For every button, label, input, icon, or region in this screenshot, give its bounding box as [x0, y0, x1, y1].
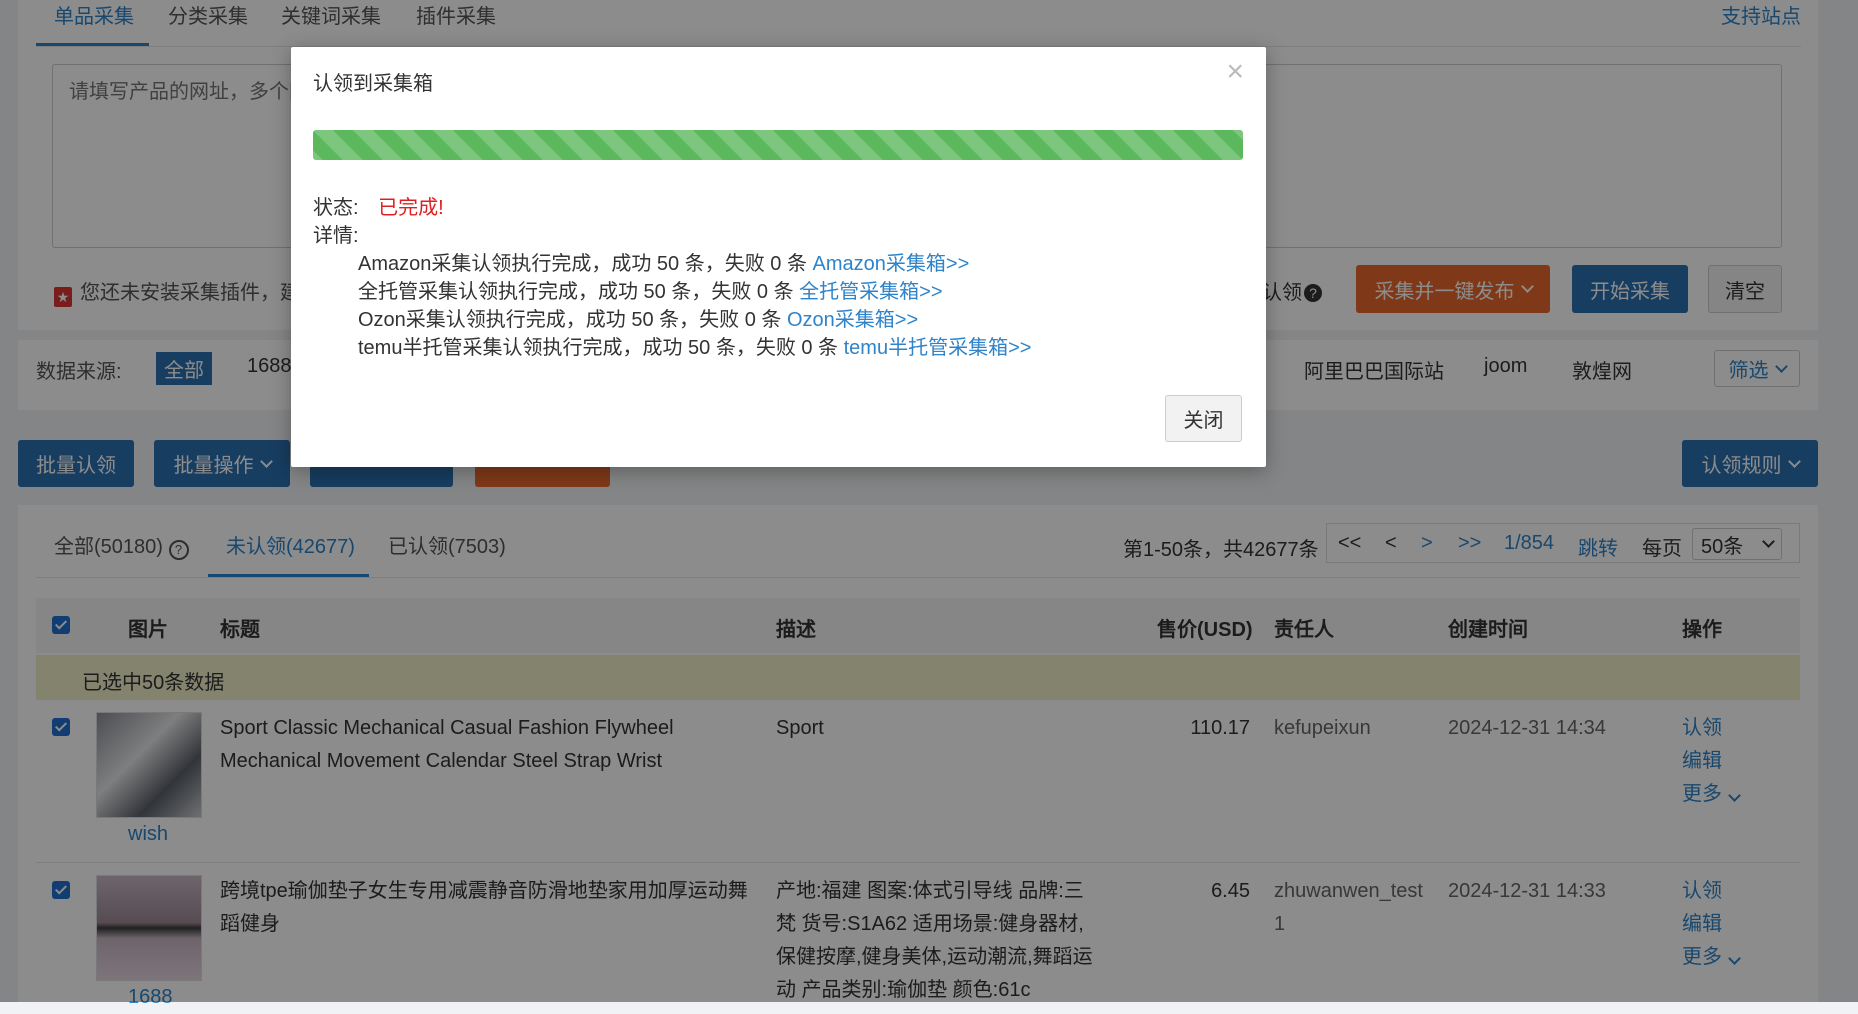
- status-line: 状态: 已完成!: [313, 191, 444, 220]
- close-button-label: 关闭: [1183, 410, 1224, 432]
- detail-text: temu半托管采集认领执行完成，成功 50 条，失败 0 条: [358, 337, 844, 359]
- detail-text: Ozon采集认领执行完成，成功 50 条，失败 0 条: [358, 309, 787, 331]
- close-button[interactable]: 关闭: [1165, 395, 1242, 442]
- claim-to-box-modal: 认领到采集箱 × 状态: 已完成! 详情: Amazon采集认领执行完成，成功 …: [291, 47, 1266, 467]
- ozon-box-link[interactable]: Ozon采集箱>>: [787, 309, 918, 331]
- modal-title: 认领到采集箱: [313, 73, 433, 95]
- detail-line: 全托管采集认领执行完成，成功 50 条，失败 0 条 全托管采集箱>>: [358, 275, 943, 304]
- temu-semi-box-link[interactable]: temu半托管采集箱>>: [844, 337, 1032, 359]
- detail-text: 全托管采集认领执行完成，成功 50 条，失败 0 条: [358, 281, 800, 303]
- amazon-box-link[interactable]: Amazon采集箱>>: [813, 253, 970, 275]
- detail-line: temu半托管采集认领执行完成，成功 50 条，失败 0 条 temu半托管采集…: [358, 331, 1031, 360]
- status-label: 状态:: [313, 197, 359, 219]
- detail-line: Amazon采集认领执行完成，成功 50 条，失败 0 条 Amazon采集箱>…: [358, 247, 969, 276]
- progress-bar: [313, 130, 1243, 160]
- detail-text: Amazon采集认领执行完成，成功 50 条，失败 0 条: [358, 253, 813, 275]
- full-managed-box-link[interactable]: 全托管采集箱>>: [799, 281, 942, 303]
- close-icon[interactable]: ×: [1226, 55, 1244, 89]
- detail-line: Ozon采集认领执行完成，成功 50 条，失败 0 条 Ozon采集箱>>: [358, 303, 918, 332]
- status-value: 已完成!: [378, 197, 444, 219]
- detail-label: 详情:: [313, 225, 359, 247]
